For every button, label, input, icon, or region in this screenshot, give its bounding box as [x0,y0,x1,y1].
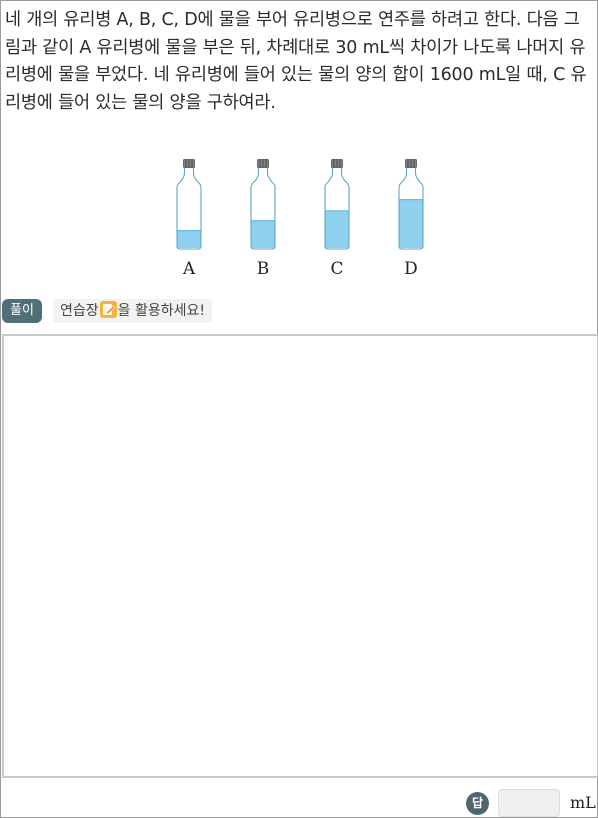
bottle-b-image [250,159,276,250]
pencil-note-icon[interactable] [99,301,117,318]
scratchpad-hint[interactable]: 연습장 을 활용하세요! [53,299,212,323]
bottle-d-label: D [404,259,418,279]
answer-input[interactable] [498,789,560,817]
answer-badge: 답 [466,792,489,815]
problem-frame: 네 개의 유리병 A, B, C, D에 물을 부어 유리병으로 연주를 하려고… [0,0,598,818]
bottle-a-image [176,159,202,250]
bottle-b-label: B [256,259,270,279]
scratchpad-hint-after: 을 활용하세요! [117,303,205,319]
bottle-a-water [177,230,201,248]
bottle-c-water [325,210,349,248]
bottle-d-image [398,159,424,250]
solve-badge[interactable]: 풀이 [2,299,42,323]
bottle-c-label: C [330,259,344,279]
scratchpad-hint-before: 연습장 [60,303,99,319]
solution-work-area[interactable] [2,334,598,778]
bottle-figure: A B C D [161,156,441,286]
bottle-a-label: A [182,259,196,279]
bottle-d-water [399,199,423,248]
bottle-c-image [324,159,350,250]
answer-unit: mL [570,793,596,812]
bottle-b-water [251,220,275,248]
question-text: 네 개의 유리병 A, B, C, D에 물을 부어 유리병으로 연주를 하려고… [5,10,587,113]
